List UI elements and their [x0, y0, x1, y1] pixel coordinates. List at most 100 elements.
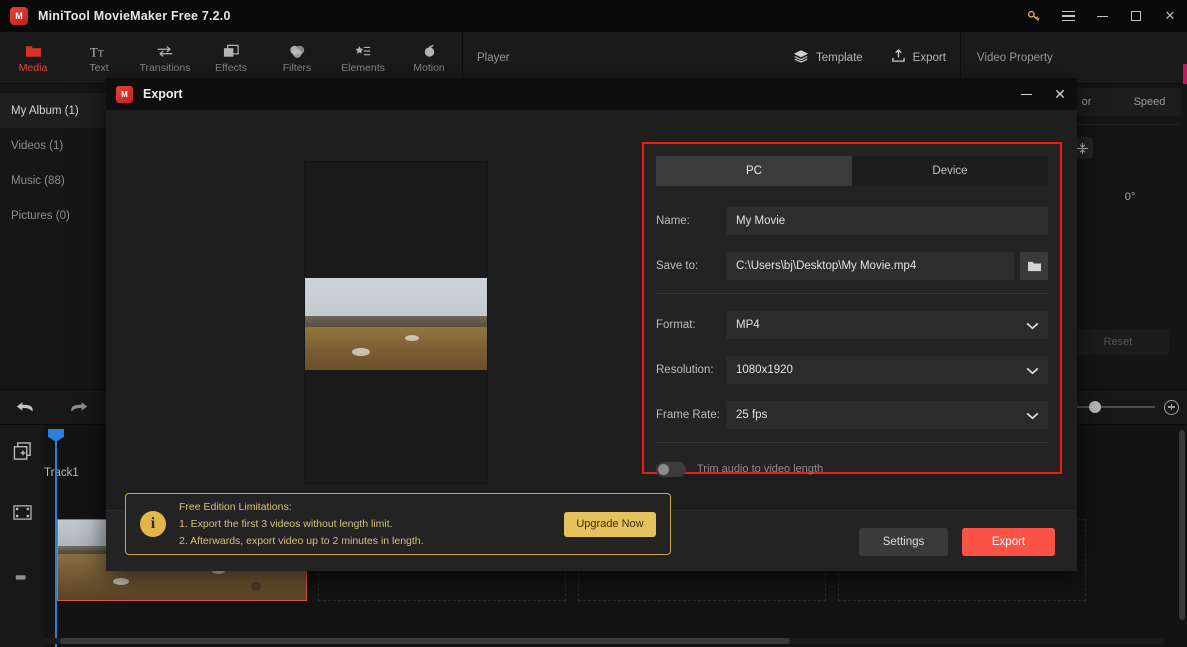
player-label: Player: [477, 51, 510, 64]
tab-media-label: Media: [18, 62, 48, 74]
close-button[interactable]: ✕: [1153, 0, 1187, 32]
tab-effects[interactable]: Effects: [198, 32, 264, 84]
film-track-button[interactable]: [0, 477, 44, 547]
template-button[interactable]: Template: [779, 32, 877, 84]
upgrade-now-label: Upgrade Now: [576, 518, 644, 530]
sidebar-label-my-album: My Album (1): [11, 104, 79, 117]
maximize-button[interactable]: [1119, 0, 1153, 32]
export-confirm-label: Export: [991, 536, 1026, 548]
export-icon: [891, 49, 906, 66]
dialog-minimize-icon: [1020, 93, 1032, 95]
settings-button-label: Settings: [882, 536, 925, 548]
rotation-value: 0°: [1124, 191, 1136, 203]
limitations-text: Free Edition Limitations: 1. Export the …: [179, 499, 564, 550]
sidebar-label-pictures: Pictures (0): [11, 209, 70, 222]
tab-pc[interactable]: PC: [656, 156, 852, 186]
tab-device-label: Device: [932, 165, 968, 177]
app-logo-glyph: M: [15, 11, 23, 21]
upgrade-now-button[interactable]: Upgrade Now: [564, 511, 656, 537]
tab-elements-label: Elements: [341, 62, 385, 74]
frame-rate-select[interactable]: 25 fps: [726, 401, 1048, 429]
save-to-row: Save to: C:\Users\bj\Desktop\My Movie.mp…: [656, 252, 1048, 280]
export-confirm-button[interactable]: Export: [962, 528, 1055, 556]
toolbar-right-actions: Template Export: [779, 32, 960, 83]
motion-icon: [421, 42, 438, 59]
redo-button[interactable]: [52, 399, 104, 415]
tab-pc-label: PC: [746, 165, 762, 177]
tab-effects-label: Effects: [215, 62, 247, 74]
vertical-scrollbar[interactable]: [1179, 430, 1185, 620]
limitations-line-1: 1. Export the first 3 videos without len…: [179, 517, 393, 530]
close-icon: ✕: [1164, 8, 1176, 23]
tab-motion-label: Motion: [413, 62, 445, 74]
trim-audio-toggle[interactable]: [656, 461, 686, 477]
track-label: Track1: [44, 467, 79, 479]
property-tab-color-label: or: [1081, 96, 1092, 108]
redo-icon: [71, 402, 88, 412]
tab-text[interactable]: TT Text: [66, 32, 132, 84]
resolution-select[interactable]: 1080x1920: [726, 356, 1048, 384]
film-icon: [12, 504, 32, 520]
add-media-button[interactable]: [0, 425, 44, 477]
property-tab-speed-label: Speed: [1133, 96, 1166, 108]
chevron-down-icon: [1026, 321, 1039, 333]
undo-button[interactable]: [0, 399, 52, 415]
preview-frame-image: [305, 277, 487, 370]
settings-button[interactable]: Settings: [859, 528, 948, 556]
format-value: MP4: [736, 319, 760, 331]
tab-motion[interactable]: Motion: [396, 32, 462, 84]
app-logo-icon: M: [10, 7, 28, 25]
frame-rate-value: 25 fps: [736, 409, 768, 421]
name-input[interactable]: My Movie: [726, 207, 1048, 235]
reset-button[interactable]: Reset: [1067, 329, 1169, 355]
zoom-slider-knob[interactable]: [1089, 401, 1101, 413]
key-icon[interactable]: [1017, 0, 1051, 32]
main-toolbar: Media TT Text Transitions Effects Filter…: [0, 32, 1187, 98]
preview-letterbox: [305, 162, 487, 483]
dialog-close-button[interactable]: ✕: [1043, 78, 1077, 110]
resolution-label: Resolution:: [656, 364, 714, 376]
tab-transitions[interactable]: Transitions: [132, 32, 198, 84]
resolution-row: Resolution: 1080x1920: [656, 356, 1048, 384]
trim-audio-label: Trim audio to video length: [697, 463, 824, 475]
trim-audio-row: Trim audio to video length: [656, 458, 1048, 480]
export-dialog-footer: i Free Edition Limitations: 1. Export th…: [106, 493, 1077, 571]
app-window: M MiniTool MovieMaker Free 7.2.0 ✕ Media: [0, 0, 1187, 647]
export-destination-tabs: PC Device: [656, 156, 1048, 186]
export-button[interactable]: Export: [877, 32, 960, 84]
transitions-icon: [156, 42, 174, 59]
folder-icon: [25, 42, 42, 59]
audio-track-button[interactable]: [0, 547, 44, 607]
effects-icon: [223, 42, 240, 59]
property-tab-speed[interactable]: Speed: [1118, 88, 1181, 116]
folder-icon: [1027, 261, 1041, 271]
export-label: Export: [912, 51, 946, 64]
menu-icon[interactable]: [1051, 0, 1085, 32]
sidebar-item-music[interactable]: Music (88): [0, 163, 108, 198]
tab-text-label: Text: [89, 62, 109, 74]
minimize-button[interactable]: [1085, 0, 1119, 32]
tab-media[interactable]: Media: [0, 32, 66, 84]
info-icon: i: [140, 511, 166, 537]
dialog-close-icon: ✕: [1054, 85, 1066, 102]
free-edition-limitations: i Free Edition Limitations: 1. Export th…: [125, 493, 671, 555]
zoom-in-icon[interactable]: [1164, 399, 1179, 415]
export-dialog-body: Duration: 00:00:14 Size: 14 M PC Device …: [106, 110, 1077, 571]
sidebar-item-my-album[interactable]: My Album (1): [0, 93, 108, 128]
format-select[interactable]: MP4: [726, 311, 1048, 339]
save-to-input[interactable]: C:\Users\bj\Desktop\My Movie.mp4: [726, 252, 1014, 280]
media-sidebar: My Album (1) Videos (1) Music (88) Pictu…: [0, 84, 108, 389]
dialog-minimize-button[interactable]: [1009, 78, 1043, 110]
tab-device[interactable]: Device: [852, 156, 1048, 186]
undo-icon: [16, 402, 33, 412]
tab-elements[interactable]: Elements: [330, 32, 396, 84]
export-preview-video: [304, 161, 488, 484]
svg-text:T: T: [98, 48, 104, 58]
tab-filters[interactable]: Filters: [264, 32, 330, 84]
timeline-scrollbar[interactable]: [60, 638, 790, 644]
browse-folder-button[interactable]: [1020, 252, 1048, 280]
sidebar-item-pictures[interactable]: Pictures (0): [0, 198, 108, 233]
sidebar-item-videos[interactable]: Videos (1): [0, 128, 108, 163]
frame-rate-label: Frame Rate:: [656, 409, 720, 421]
toolbar-tabs: Media TT Text Transitions Effects Filter…: [0, 32, 462, 84]
